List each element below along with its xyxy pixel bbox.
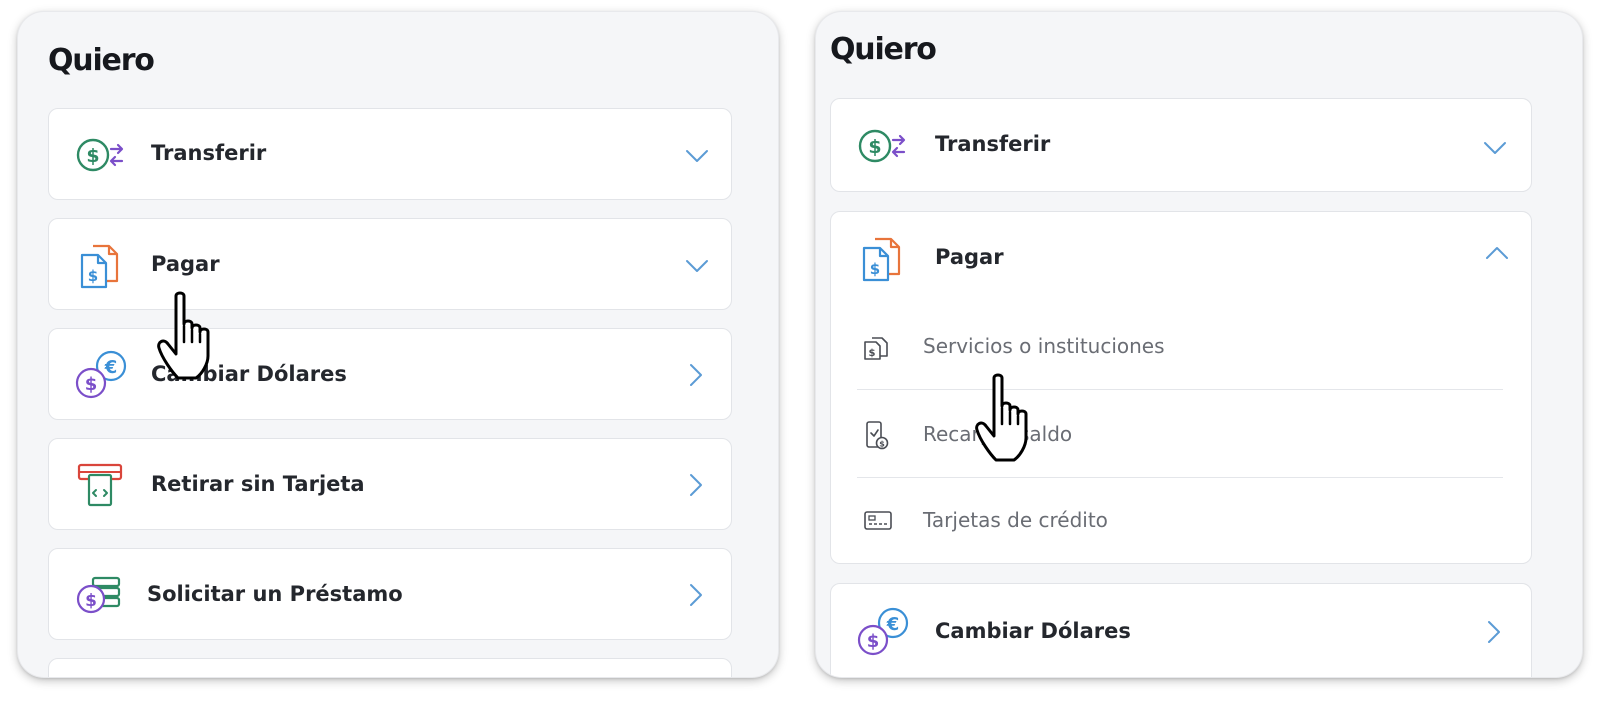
chevron-up-icon [1485,246,1509,260]
submenu-label: Recargar saldo [923,422,1073,446]
menu-item-cambiar-dolares[interactable]: € $ Cambiar Dólares [831,584,1531,676]
chevron-down-icon [685,259,709,273]
svg-text:$: $ [869,348,876,359]
menu-item-transferir[interactable]: $ Transferir [49,109,731,199]
credit-card-icon [863,510,893,536]
menu-card-pagar: $ Pagar [48,218,732,310]
menu-item-label: Pagar [151,252,220,276]
menu-item-label: Solicitar un Préstamo [147,582,403,606]
atm-withdraw-icon [77,463,123,507]
transfer-money-icon: $ [858,126,908,166]
menu-card-transferir: $ Transferir [830,98,1532,192]
svg-text:€: € [104,357,118,378]
svg-text:$: $ [85,591,97,611]
pay-bill-icon: $ [861,236,905,282]
chevron-right-icon [1487,620,1501,644]
menu-card-solicitar-prestamo: $ Solicitar un Préstamo [48,548,732,640]
menu-card-pagar-expanded: $ Pagar $ Servicios o instituciones $ Re… [830,211,1532,564]
svg-text:$: $ [868,136,881,158]
menu-item-label: Pagar [935,245,1004,269]
menu-item-label: Cambiar Dólares [151,362,347,386]
svg-text:$: $ [88,267,98,285]
chevron-right-icon [689,583,703,607]
svg-text:$: $ [870,260,880,278]
menu-card-partial [48,658,732,677]
menu-card-transferir: $ Transferir [48,108,732,200]
chevron-right-icon [689,363,703,387]
menu-item-pagar[interactable]: $ Pagar [49,219,731,309]
menu-item-solicitar-prestamo[interactable]: $ Solicitar un Préstamo [49,549,731,639]
menu-card-cambiar-dolares: € $ Cambiar Dólares [830,583,1532,677]
menu-item-label: Transferir [151,141,267,165]
currency-exchange-icon: € $ [74,349,128,401]
submenu-label: Servicios o instituciones [923,334,1165,358]
currency-exchange-icon: € $ [856,606,910,658]
chevron-down-icon [1483,141,1507,155]
page-title: Quiero [830,32,937,67]
menu-item-label: Retirar sin Tarjeta [151,472,365,496]
submenu-item-tarjetas-credito[interactable]: Tarjetas de crédito [857,478,1503,566]
menu-item-label: Transferir [935,132,1051,156]
menu-item-label: Cambiar Dólares [935,619,1131,643]
menu-item-retirar-sin-tarjeta[interactable]: Retirar sin Tarjeta [49,439,731,529]
menu-card-cambiar-dolares: € $ Cambiar Dólares [48,328,732,420]
submenu-item-recargar-saldo[interactable]: $ Recargar saldo [857,390,1503,478]
transfer-money-icon: $ [76,135,126,175]
submenu-label: Tarjetas de crédito [923,508,1108,532]
svg-text:$: $ [85,374,98,395]
pay-bill-icon: $ [79,243,123,289]
right-panel: Quiero $ Transferir $ Pagar $ Servicios … [816,12,1582,677]
menu-item-cambiar-dolares[interactable]: € $ Cambiar Dólares [49,329,731,419]
chevron-right-icon [689,473,703,497]
bill-document-icon: $ [863,336,889,364]
svg-text:$: $ [86,145,99,167]
submenu-item-servicios[interactable]: $ Servicios o instituciones [857,302,1503,390]
page-title: Quiero [48,43,155,78]
svg-text:$: $ [879,440,885,449]
svg-text:€: € [886,614,900,635]
chevron-down-icon [685,149,709,163]
svg-text:$: $ [867,631,880,652]
menu-item-transferir[interactable]: $ Transferir [831,99,1531,191]
menu-card-retirar-sin-tarjeta: Retirar sin Tarjeta [48,438,732,530]
phone-recharge-icon: $ [863,420,889,454]
menu-item-pagar[interactable]: $ Pagar [831,212,1531,304]
loan-icon: $ [75,575,123,615]
left-panel: Quiero $ Transferir $ Pagar € $ Cambiar … [18,12,778,677]
